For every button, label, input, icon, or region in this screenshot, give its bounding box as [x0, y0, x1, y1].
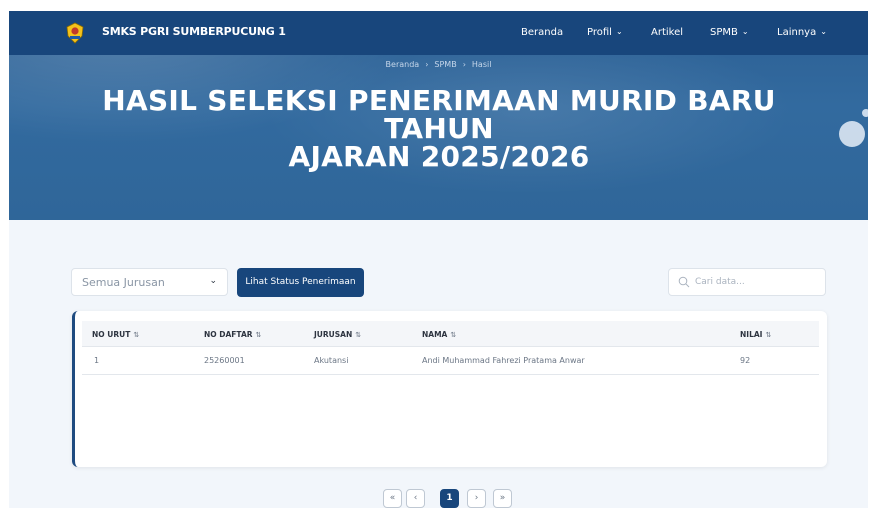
first-page-button[interactable]: « [383, 489, 402, 508]
top-navbar: SMKS PGRI SUMBERPUCUNG 1 Beranda Profil ⌄… [9, 11, 868, 55]
sort-icon: ⇅ [255, 331, 262, 339]
nav-item-beranda[interactable]: Beranda [521, 27, 563, 38]
column-header-label: NILAI [740, 330, 763, 339]
nav-label: Lainnya [777, 27, 817, 38]
column-header-nama[interactable]: NAMA ⇅ [422, 330, 456, 339]
column-header-no-daftar[interactable]: NO DAFTAR ⇅ [204, 330, 261, 339]
nav-label: SPMB [710, 27, 738, 38]
chevron-down-icon: ⌄ [209, 276, 217, 286]
breadcrumb-item-hasil: Hasil [471, 60, 492, 69]
breadcrumb-separator: › [425, 60, 429, 69]
chevron-down-icon: ⌄ [820, 27, 827, 36]
cell-no-daftar: 25260001 [204, 356, 245, 365]
sort-icon: ⇅ [765, 331, 772, 339]
page-frame: Beranda › SPMB › Hasil HASIL SELEKSI PENERIM… [9, 11, 868, 508]
chevron-down-icon: ⌄ [615, 27, 623, 36]
cell-nilai: 92 [740, 356, 751, 365]
cell-jurusan: Akutansi [314, 356, 349, 365]
page-button-current[interactable]: 1 [440, 489, 459, 508]
cell-nama: Andi Muhammad Fahrezi Pratama Anwar [422, 356, 585, 365]
column-header-nilai[interactable]: NILAI ⇅ [740, 330, 771, 339]
breadcrumb-item-spmb[interactable]: SPMB [434, 60, 456, 69]
brand-name[interactable]: SMKS PGRI SUMBERPUCUNG 1 [102, 25, 286, 38]
prev-page-button[interactable]: ‹ [406, 489, 425, 508]
nav-item-artikel[interactable]: Artikel [651, 27, 683, 38]
decor-bubble-small [862, 109, 868, 117]
column-header-label: NO URUT [92, 330, 131, 339]
breadcrumb: Beranda › SPMB › Hasil [9, 60, 868, 69]
school-emblem-icon[interactable] [65, 22, 85, 44]
search-field[interactable]: Cari data... [668, 268, 826, 296]
column-header-label: NO DAFTAR [204, 330, 253, 339]
jurusan-select-value: Semua Jurusan [82, 276, 165, 289]
table-row: 1 25260001 Akutansi Andi Muhammad Fahrez… [82, 347, 819, 375]
sort-icon: ⇅ [355, 331, 362, 339]
column-header-no-urut[interactable]: NO URUT ⇅ [92, 330, 139, 339]
cell-no-urut: 1 [94, 356, 100, 365]
results-table-card: NO URUT ⇅ NO DAFTAR ⇅ JURUSAN ⇅ NAMA ⇅ NILAI… [72, 311, 827, 467]
page-title-line1: HASIL SELEKSI PENERIMAAN MURID BARU TAHU… [102, 84, 776, 145]
nav-item-lainnya[interactable]: Lainnya ⌄ [777, 27, 827, 38]
table-header: NO URUT ⇅ NO DAFTAR ⇅ JURUSAN ⇅ NAMA ⇅ NILAI… [82, 321, 819, 347]
nav-label: Profil [587, 27, 612, 38]
view-acceptance-status-button[interactable]: Lihat Status Penerimaan [237, 268, 364, 297]
decor-bubble-large [839, 121, 865, 147]
page-title: HASIL SELEKSI PENERIMAAN MURID BARU TAHU… [69, 87, 809, 171]
column-header-label: NAMA [422, 330, 448, 339]
nav-item-profil[interactable]: Profil ⌄ [587, 27, 623, 38]
search-icon [678, 276, 690, 288]
page-title-line2: AJARAN 2025/2026 [288, 140, 590, 173]
sort-icon: ⇅ [133, 331, 140, 339]
breadcrumb-separator: › [462, 60, 466, 69]
column-header-label: JURUSAN [314, 330, 353, 339]
next-page-button[interactable]: › [467, 489, 486, 508]
pagination: « ‹ 1 › » [9, 489, 868, 508]
search-placeholder: Cari data... [695, 277, 745, 287]
jurusan-select[interactable]: Semua Jurusan ⌄ [71, 268, 228, 296]
nav-label: Artikel [651, 27, 684, 38]
nav-item-spmb[interactable]: SPMB ⌄ [710, 27, 749, 38]
last-page-button[interactable]: » [493, 489, 512, 508]
chevron-down-icon: ⌄ [741, 27, 749, 36]
breadcrumb-item-beranda[interactable]: Beranda [386, 60, 420, 69]
sort-icon: ⇅ [450, 331, 457, 339]
column-header-jurusan[interactable]: JURUSAN ⇅ [314, 330, 361, 339]
nav-label: Beranda [521, 27, 564, 38]
